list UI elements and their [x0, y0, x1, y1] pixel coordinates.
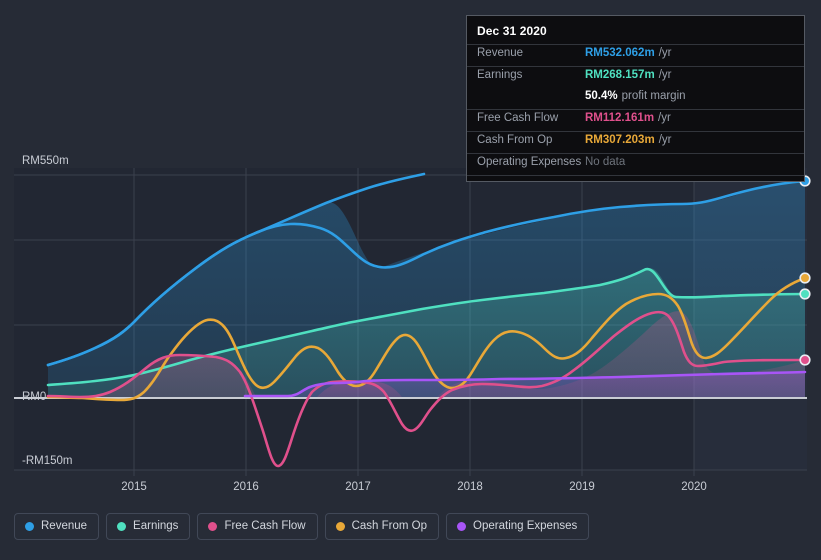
tooltip-label-earnings: Earnings: [477, 69, 523, 81]
tooltip-title: Dec 31 2020: [477, 24, 547, 38]
tooltip-unit-revenue: /yr: [658, 47, 672, 59]
legend-item-cash-from-op[interactable]: Cash From Op: [324, 513, 440, 540]
tooltip-value-free-cash-flow: RM112.161m: [585, 112, 655, 124]
tooltip-value-cash-from-op: RM307.203m: [585, 134, 655, 146]
tooltip-value-operating-expenses: No data: [585, 156, 626, 168]
tooltip-row-free-cash-flow: Free Cash Flow RM112.161m /yr: [467, 109, 804, 131]
y-axis-label-bottom: -RM150m: [22, 455, 73, 467]
legend-dot-icon-operating-expenses: [457, 522, 467, 531]
chart-tooltip: Dec 31 2020 Revenue RM532.062m /yr Earni…: [466, 15, 805, 182]
tooltip-row-cash-from-op: Cash From Op RM307.203m /yr: [467, 131, 804, 153]
legend-label-cash-from-op: Cash From Op: [351, 520, 428, 532]
legend-label-operating-expenses: Operating Expenses: [473, 520, 578, 532]
tooltip-label-free-cash-flow: Free Cash Flow: [477, 112, 559, 124]
endpoint-fcf: [799, 354, 811, 366]
x-axis-label-2016: 2016: [233, 481, 259, 493]
legend-item-revenue[interactable]: Revenue: [14, 513, 100, 540]
legend-label-free-cash-flow: Free Cash Flow: [224, 520, 306, 532]
y-axis-label-top: RM550m: [22, 155, 69, 167]
legend-dot-icon-revenue: [25, 522, 34, 531]
legend-dot-icon-earnings: [117, 522, 127, 531]
x-axis-label-2019: 2019: [569, 481, 595, 493]
tooltip-row-profit-margin: 50.4% profit margin: [467, 88, 804, 109]
x-axis-label-2017: 2017: [345, 481, 371, 493]
legend-item-operating-expenses[interactable]: Operating Expenses: [446, 513, 590, 540]
tooltip-row-operating-expenses: Operating Expenses No data: [467, 153, 804, 175]
legend-dot-icon-cash-from-op: [335, 522, 345, 531]
tooltip-unit-cash-from-op: /yr: [658, 134, 672, 146]
chart-legend: Revenue Earnings Free Cash Flow Cash Fro…: [14, 513, 590, 540]
y-axis-label-zero: RM0: [22, 391, 47, 403]
x-axis-label-2015: 2015: [121, 481, 147, 493]
tooltip-label-operating-expenses: Operating Expenses: [477, 156, 582, 168]
tooltip-row-revenue: Revenue RM532.062m /yr: [467, 44, 804, 66]
tooltip-value-earnings: RM268.157m: [585, 69, 655, 81]
tooltip-unit-earnings: /yr: [658, 69, 672, 81]
legend-dot-icon-free-cash-flow: [208, 522, 218, 531]
x-axis-label-2018: 2018: [457, 481, 483, 493]
tooltip-label-cash-from-op: Cash From Op: [477, 134, 553, 146]
legend-item-free-cash-flow[interactable]: Free Cash Flow: [197, 513, 318, 540]
tooltip-value-revenue: RM532.062m: [585, 47, 655, 59]
tooltip-value-profit-margin: 50.4%: [585, 90, 618, 102]
endpoint-earnings: [799, 288, 811, 300]
financial-chart: RM550m RM0 -RM150m 2015 2016 2017 2018 2…: [0, 0, 821, 560]
tooltip-unit-profit-margin: profit margin: [621, 90, 686, 102]
tooltip-footer-divider: [467, 175, 804, 179]
x-axis-label-2020: 2020: [681, 481, 707, 493]
legend-label-earnings: Earnings: [133, 520, 179, 532]
legend-item-earnings[interactable]: Earnings: [106, 513, 191, 540]
tooltip-unit-free-cash-flow: /yr: [658, 112, 671, 124]
tooltip-label-revenue: Revenue: [477, 47, 524, 59]
tooltip-row-earnings: Earnings RM268.157m /yr: [467, 66, 804, 88]
legend-label-revenue: Revenue: [41, 520, 88, 532]
endpoint-cash-from-op: [799, 272, 811, 284]
